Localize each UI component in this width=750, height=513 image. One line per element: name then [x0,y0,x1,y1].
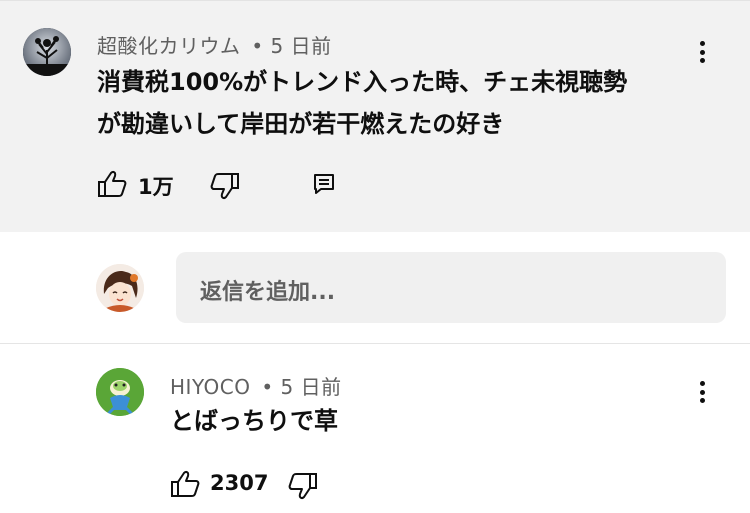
kebab-dot [699,389,705,395]
comment-text-line: とばっちりで草 [170,407,338,435]
kebab-dot [699,49,705,55]
commenter-avatar[interactable] [96,368,144,416]
commenter-avatar[interactable] [23,28,71,76]
like-count: 2307 [210,471,269,495]
frog-avatar-icon [96,368,144,416]
more-actions-button[interactable] [692,38,712,66]
tree-avatar-icon [23,28,71,76]
comment-text-line: が勘違いして岸田が若干燃えたの好き [97,110,505,138]
kebab-dot [699,398,705,403]
comment-text-line: 消費税100%がトレンド入った時、チェ未視聴勢 [97,68,628,96]
author-name[interactable]: HIYOCO [170,375,251,399]
dislike-icon[interactable] [210,172,240,200]
like-icon[interactable] [97,170,127,198]
more-actions-button[interactable] [692,378,712,406]
dislike-icon[interactable] [288,472,318,500]
kebab-dot [699,58,705,63]
reply-placeholder: 返信を追加... [200,280,336,305]
reply-icon[interactable] [312,172,336,196]
user-avatar-icon [96,264,144,312]
kebab-dot [699,381,705,386]
add-reply-input[interactable]: 返信を追加... [176,252,726,323]
like-icon[interactable] [170,470,200,498]
comment-text: とばっちりで草 [170,400,338,442]
comment-meta: 超酸化カリウム • 5 日前 [97,30,332,59]
highlighted-comment: 超酸化カリウム • 5 日前 消費税100%がトレンド入った時、チェ未視聴勢 が… [0,0,750,232]
kebab-dot [699,41,705,46]
author-name[interactable]: 超酸化カリウム [97,34,241,58]
timestamp[interactable]: • 5 日前 [251,34,331,58]
user-avatar [96,264,144,312]
comment-text: 消費税100%がトレンド入った時、チェ未視聴勢 が勘違いして岸田が若干燃えたの好… [97,61,627,145]
like-count: 1万 [138,175,174,199]
timestamp[interactable]: • 5 日前 [261,375,341,399]
comment-meta: HIYOCO • 5 日前 [170,371,342,400]
divider [0,343,750,344]
